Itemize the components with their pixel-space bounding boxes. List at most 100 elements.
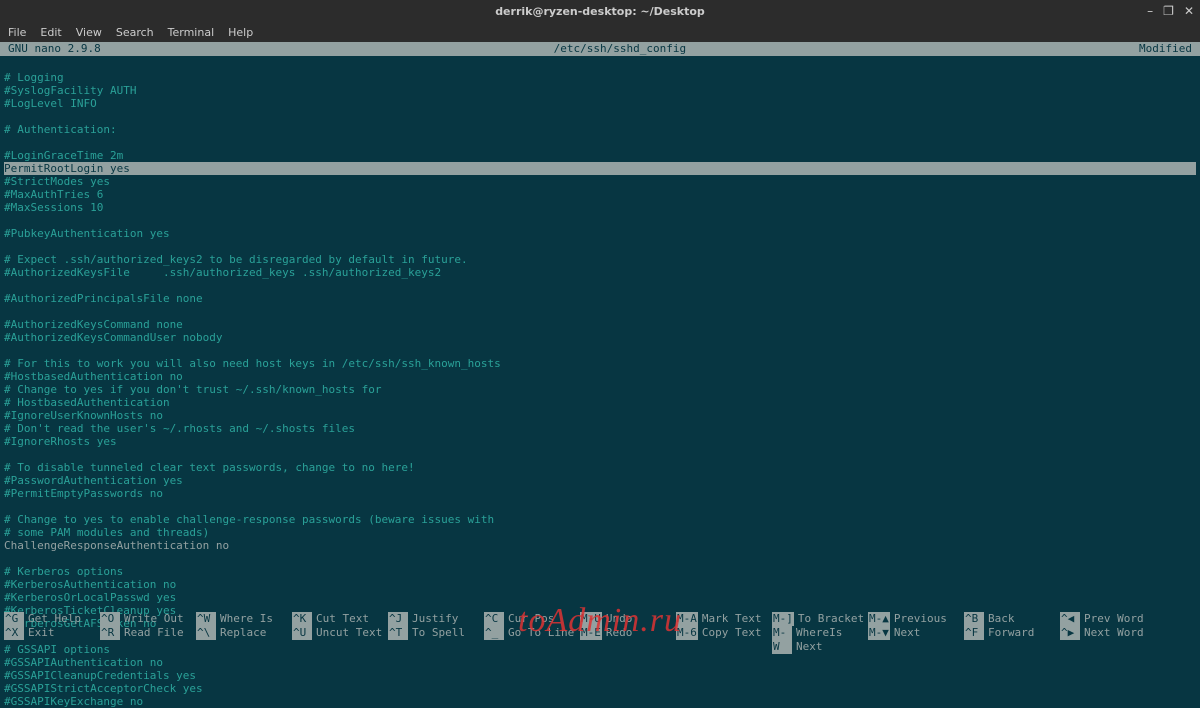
nano-shortcut: ^K Cut Text <box>292 612 388 626</box>
shortcut-label: Go To Line <box>508 626 574 640</box>
shortcut-key: ^\ <box>196 626 216 640</box>
editor-content[interactable]: # Logging#SyslogFacility AUTH#LogLevel I… <box>0 56 1200 708</box>
editor-line: #LoginGraceTime 2m <box>4 149 1196 162</box>
editor-line: #HostbasedAuthentication no <box>4 370 1196 383</box>
shortcut-label: Write Out <box>124 612 184 626</box>
editor-line: #MaxSessions 10 <box>4 201 1196 214</box>
shortcut-key: M-A <box>676 612 698 626</box>
nano-version: GNU nano 2.9.8 <box>0 42 101 56</box>
nano-shortcut: ^_Go To Line <box>484 626 580 654</box>
nano-footer: ^GGet Help^OWrite Out^WWhere Is^KCut Tex… <box>4 612 1196 654</box>
editor-line: ChallengeResponseAuthentication no <box>4 539 1196 552</box>
window-title: derrik@ryzen-desktop: ~/Desktop <box>495 5 705 18</box>
editor-line: #AuthorizedKeysFile .ssh/authorized_keys… <box>4 266 1196 279</box>
editor-line: #MaxAuthTries 6 <box>4 188 1196 201</box>
nano-shortcut: ^B Back <box>964 612 1060 626</box>
shortcut-label: Read File <box>124 626 184 640</box>
shortcut-label: Justify <box>412 612 458 626</box>
editor-line <box>4 136 1196 149</box>
shortcut-label: Back <box>988 612 1015 626</box>
shortcut-key: ^C <box>484 612 504 626</box>
shortcut-key: M-▼ <box>868 626 890 640</box>
nano-status: Modified <box>1139 42 1200 56</box>
shortcut-label: Next <box>894 626 921 640</box>
nano-shortcut: M-AMark Text <box>676 612 772 626</box>
nano-shortcut: M-▲Previous <box>868 612 964 626</box>
editor-line <box>4 110 1196 123</box>
shortcut-key: ^◀ <box>1060 612 1080 626</box>
editor-line <box>4 214 1196 227</box>
nano-shortcut: ^▶ Next Word <box>1060 626 1156 654</box>
terminal[interactable]: GNU nano 2.9.8 /etc/ssh/sshd_config Modi… <box>0 42 1200 708</box>
nano-header: GNU nano 2.9.8 /etc/ssh/sshd_config Modi… <box>0 42 1200 56</box>
shortcut-label: To Bracket <box>798 612 864 626</box>
shortcut-label: Cut Text <box>316 612 369 626</box>
shortcut-label: Uncut Text <box>316 626 382 640</box>
editor-line: #GSSAPICleanupCredentials yes <box>4 669 1196 682</box>
menu-help[interactable]: Help <box>228 26 253 39</box>
editor-line: #PasswordAuthentication yes <box>4 474 1196 487</box>
nano-shortcut: M-ERedo <box>580 626 676 654</box>
editor-line: PermitRootLogin yes <box>4 162 1196 175</box>
shortcut-key: M-6 <box>676 626 698 640</box>
nano-shortcut: M-6 Copy Text <box>676 626 772 654</box>
minimize-icon[interactable]: – <box>1147 4 1153 18</box>
nano-shortcut: ^T To Spell <box>388 626 484 654</box>
editor-line: #PermitEmptyPasswords no <box>4 487 1196 500</box>
nano-shortcut: M-WWhereIs Next <box>772 626 868 654</box>
shortcut-key: ^F <box>964 626 984 640</box>
editor-line: #GSSAPIKeyExchange no <box>4 695 1196 708</box>
shortcut-key: M-▲ <box>868 612 890 626</box>
shortcut-key: ^U <box>292 626 312 640</box>
menu-file[interactable]: File <box>8 26 26 39</box>
shortcut-label: WhereIs Next <box>796 626 868 654</box>
maximize-icon[interactable]: ❐ <box>1163 4 1174 18</box>
menubar: File Edit View Search Terminal Help <box>0 22 1200 42</box>
menu-search[interactable]: Search <box>116 26 154 39</box>
shortcut-label: Next Word <box>1084 626 1144 640</box>
editor-line <box>4 448 1196 461</box>
nano-shortcut: ^WWhere Is <box>196 612 292 626</box>
editor-line: #GSSAPIStrictAcceptorCheck yes <box>4 682 1196 695</box>
editor-line <box>4 305 1196 318</box>
close-icon[interactable]: ✕ <box>1184 4 1194 18</box>
shortcut-label: Forward <box>988 626 1034 640</box>
shortcut-key: ^K <box>292 612 312 626</box>
nano-shortcut: ^OWrite Out <box>100 612 196 626</box>
editor-line: #StrictModes yes <box>4 175 1196 188</box>
editor-line: # Change to yes to enable challenge-resp… <box>4 513 1196 526</box>
editor-line: # some PAM modules and threads) <box>4 526 1196 539</box>
nano-shortcut: ^CCur Pos <box>484 612 580 626</box>
shortcut-key: ^▶ <box>1060 626 1080 640</box>
editor-line <box>4 279 1196 292</box>
shortcut-label: To Spell <box>412 626 465 640</box>
shortcut-label: Get Help <box>28 612 81 626</box>
shortcut-key: M-W <box>772 626 792 654</box>
editor-line: #AuthorizedKeysCommandUser nobody <box>4 331 1196 344</box>
shortcut-label: Prev Word <box>1084 612 1144 626</box>
nano-shortcut: ^J Justify <box>388 612 484 626</box>
shortcut-key: ^T <box>388 626 408 640</box>
window-titlebar: derrik@ryzen-desktop: ~/Desktop – ❐ ✕ <box>0 0 1200 22</box>
shortcut-key: M-E <box>580 626 602 640</box>
editor-line: #AuthorizedPrincipalsFile none <box>4 292 1196 305</box>
editor-line: #PubkeyAuthentication yes <box>4 227 1196 240</box>
menu-terminal[interactable]: Terminal <box>168 26 215 39</box>
editor-line: # Logging <box>4 71 1196 84</box>
menu-edit[interactable]: Edit <box>40 26 61 39</box>
shortcut-label: Replace <box>220 626 266 640</box>
shortcut-key: ^B <box>964 612 984 626</box>
shortcut-key: M-] <box>772 612 794 626</box>
shortcut-label: Copy Text <box>702 626 762 640</box>
shortcut-label: Undo <box>606 612 633 626</box>
editor-line: # To disable tunneled clear text passwor… <box>4 461 1196 474</box>
editor-line: #SyslogFacility AUTH <box>4 84 1196 97</box>
shortcut-key: ^J <box>388 612 408 626</box>
editor-line: # HostbasedAuthentication <box>4 396 1196 409</box>
editor-line: #KerberosOrLocalPasswd yes <box>4 591 1196 604</box>
menu-view[interactable]: View <box>76 26 102 39</box>
editor-line: #LogLevel INFO <box>4 97 1196 110</box>
shortcut-key: ^X <box>4 626 24 640</box>
nano-shortcut: M-] To Bracket <box>772 612 868 626</box>
editor-line: #AuthorizedKeysCommand none <box>4 318 1196 331</box>
